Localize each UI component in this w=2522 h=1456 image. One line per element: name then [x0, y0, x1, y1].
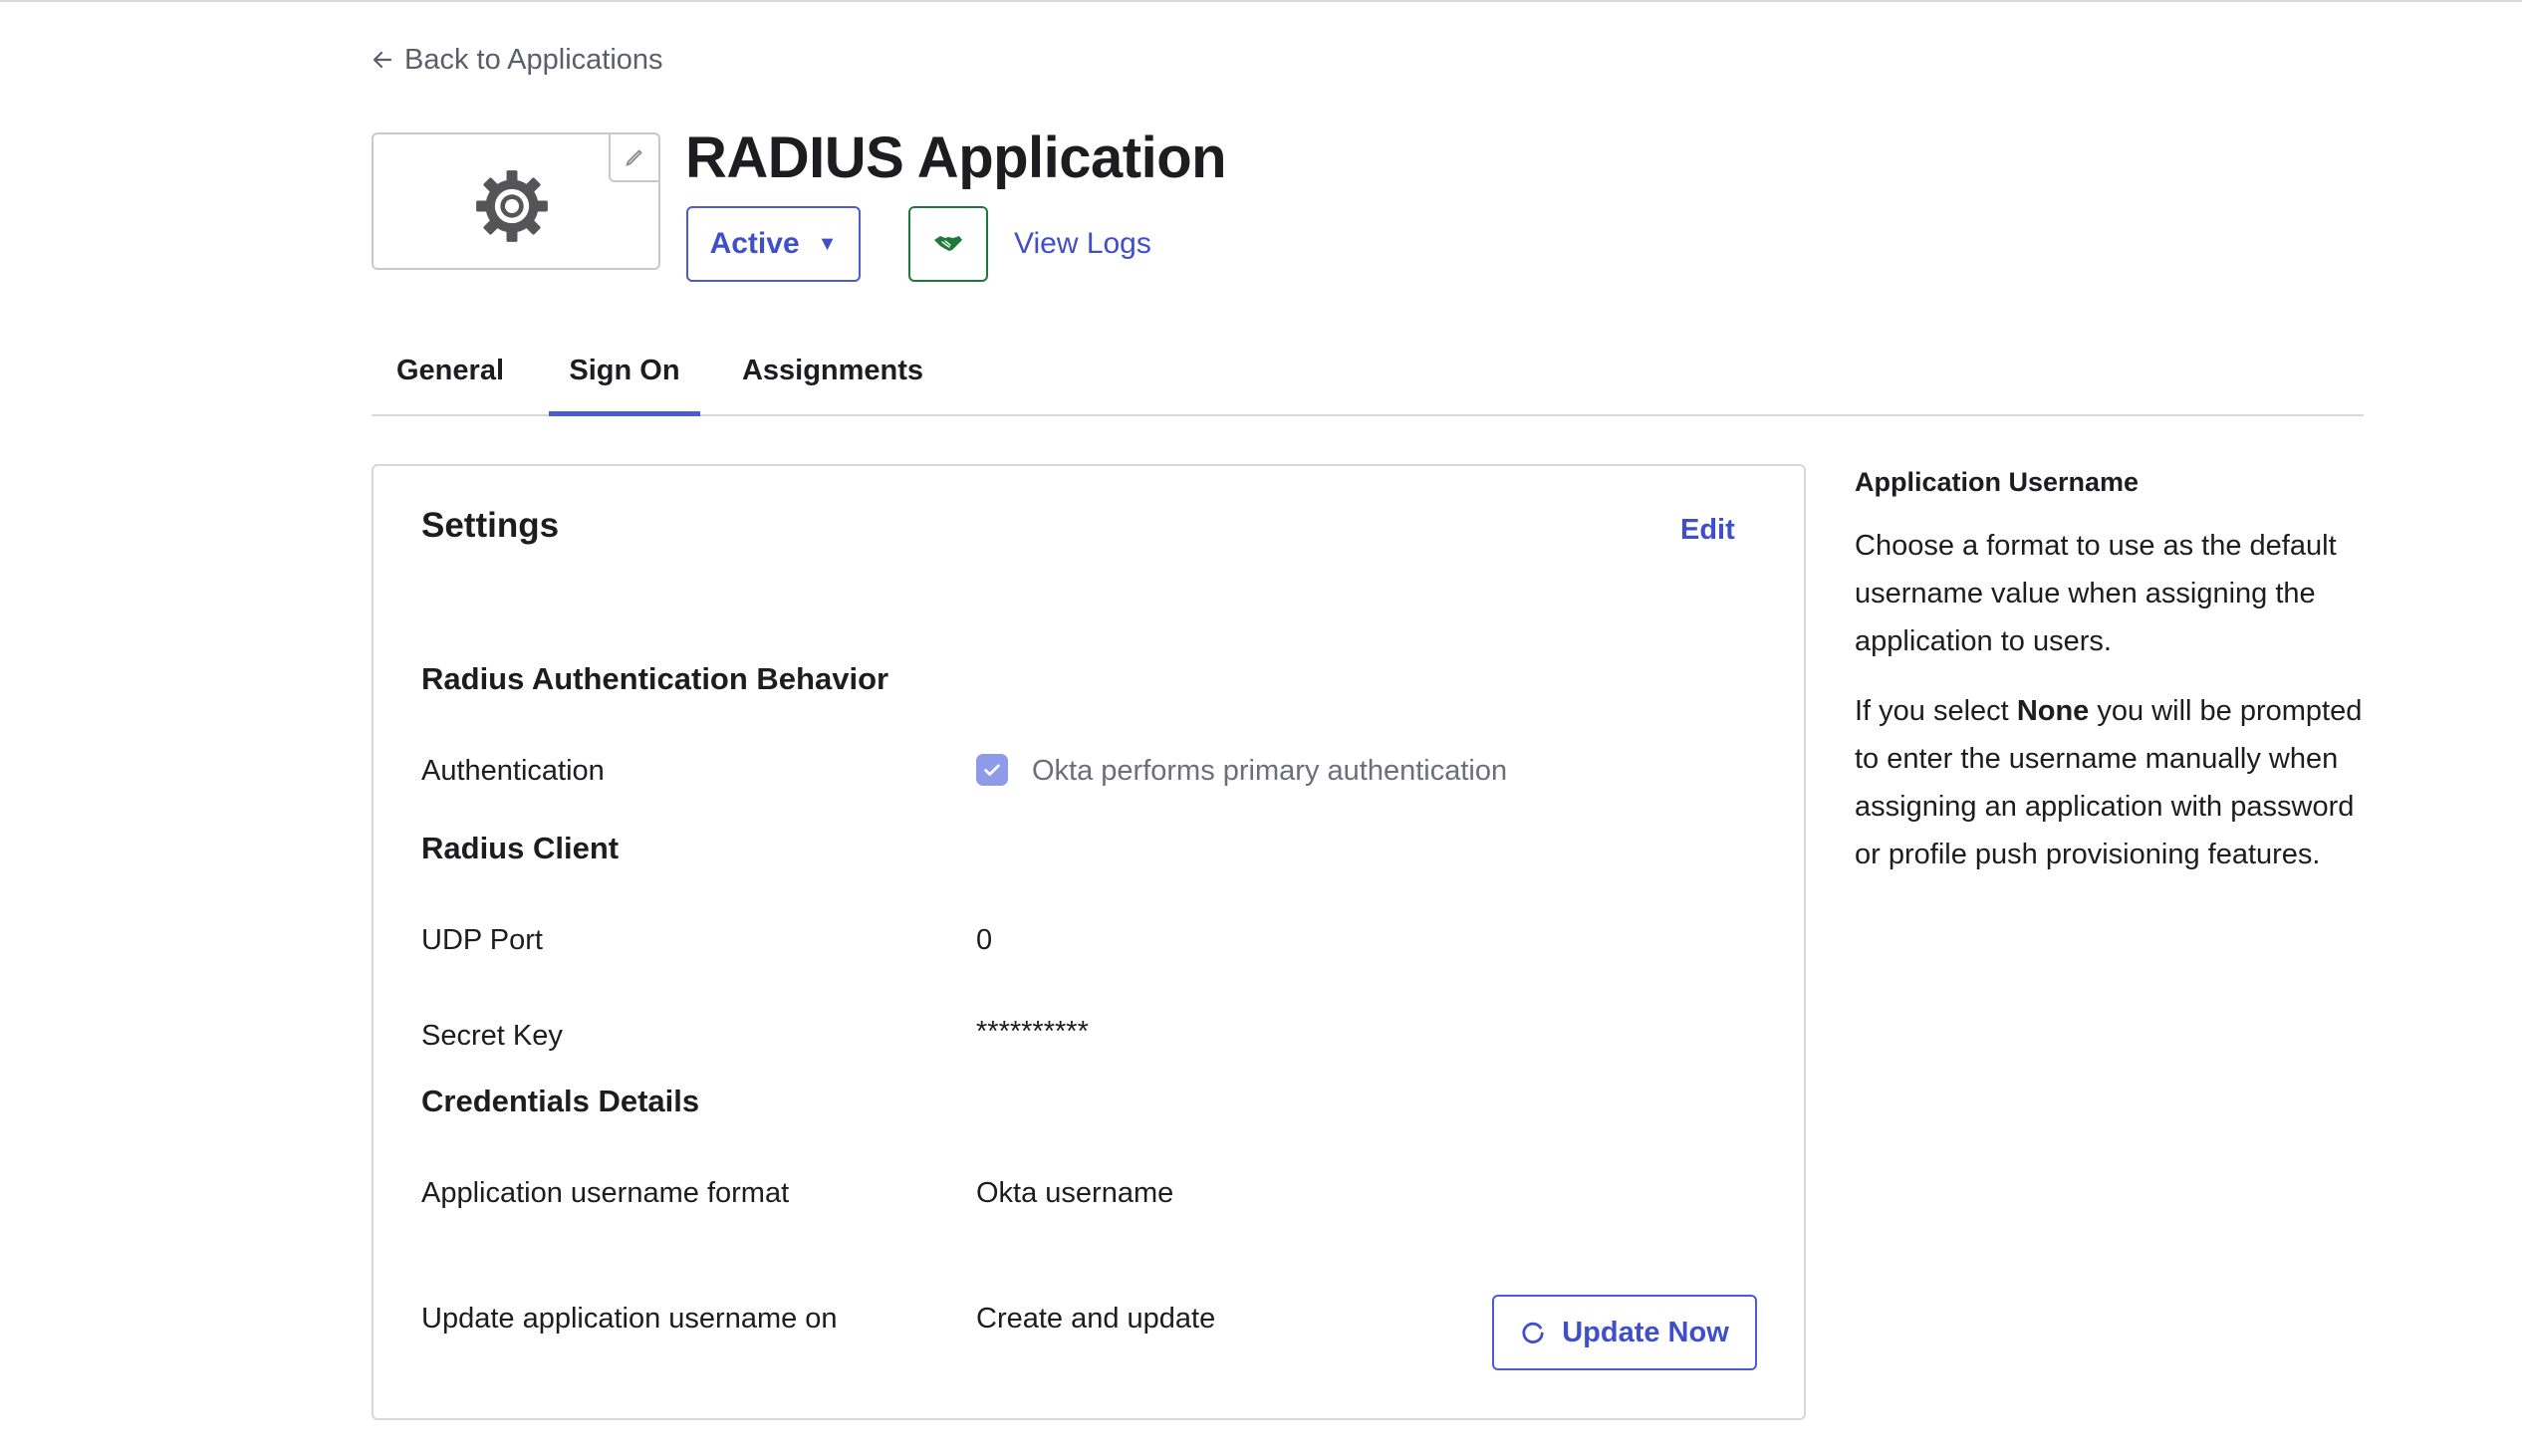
radius-auth-section-title: Radius Authentication Behavior — [421, 661, 889, 696]
status-dropdown[interactable]: Active ▼ — [686, 206, 861, 282]
caret-down-icon: ▼ — [817, 232, 838, 255]
tab-assignments[interactable]: Assignments — [740, 339, 925, 414]
app-logo — [372, 132, 660, 270]
help-title: Application Username — [1855, 467, 2140, 497]
checkmark-icon — [984, 764, 1000, 776]
page-title: RADIUS Application — [685, 125, 1227, 190]
authentication-label: Authentication — [421, 755, 605, 787]
refresh-icon — [1522, 1322, 1544, 1343]
update-now-label: Update Now — [1562, 1316, 1729, 1348]
gear-icon — [476, 170, 548, 242]
settings-title: Settings — [421, 506, 560, 545]
credentials-section-title: Credentials Details — [421, 1084, 700, 1118]
top-divider — [0, 0, 2522, 2]
update-username-on-value: Create and update — [976, 1303, 1216, 1335]
help-none-emphasis: None — [2016, 695, 2090, 727]
secret-key-label: Secret Key — [421, 1020, 563, 1052]
radius-client-section-title: Radius Client — [421, 831, 620, 865]
settings-panel: Settings Edit Radius Authentication Beha… — [372, 464, 1806, 1420]
back-link-label: Back to Applications — [404, 43, 663, 76]
update-username-on-label: Update application username on — [421, 1303, 838, 1335]
okta-primary-auth-checkbox[interactable] — [976, 754, 1008, 786]
arrow-left-icon — [373, 51, 392, 69]
handshake-icon — [934, 236, 962, 251]
udp-port-label: UDP Port — [421, 924, 543, 956]
help-paragraph-1: Choose a format to use as the default us… — [1855, 530, 2337, 657]
username-format-value: Okta username — [976, 1177, 1174, 1209]
update-now-button[interactable]: Update Now — [1492, 1295, 1757, 1370]
tab-general[interactable]: General — [395, 339, 505, 414]
tab-sign-on[interactable]: Sign On — [549, 339, 700, 416]
tab-bar: General Sign On Assignments — [372, 339, 2364, 416]
secret-key-value: ********** — [976, 1016, 1089, 1048]
authentication-value: Okta performs primary authentication — [1032, 755, 1508, 787]
udp-port-value: 0 — [976, 924, 993, 956]
status-label: Active — [709, 227, 800, 260]
help-paragraph-2: If you select None you will be prompted … — [1855, 687, 2373, 878]
username-format-label: Application username format — [421, 1177, 790, 1209]
back-to-applications-link[interactable]: Back to Applications — [371, 42, 663, 78]
help-paragraph-2-prefix: If you select — [1855, 695, 2017, 727]
edit-settings-button[interactable]: Edit — [1680, 514, 1735, 547]
view-logs-link[interactable]: View Logs — [1014, 225, 1151, 263]
pencil-icon — [626, 149, 642, 166]
edit-logo-button[interactable] — [609, 132, 660, 182]
help-sidebar: Application Username Choose a format to … — [1855, 464, 2373, 900]
handshake-button[interactable] — [908, 206, 988, 282]
